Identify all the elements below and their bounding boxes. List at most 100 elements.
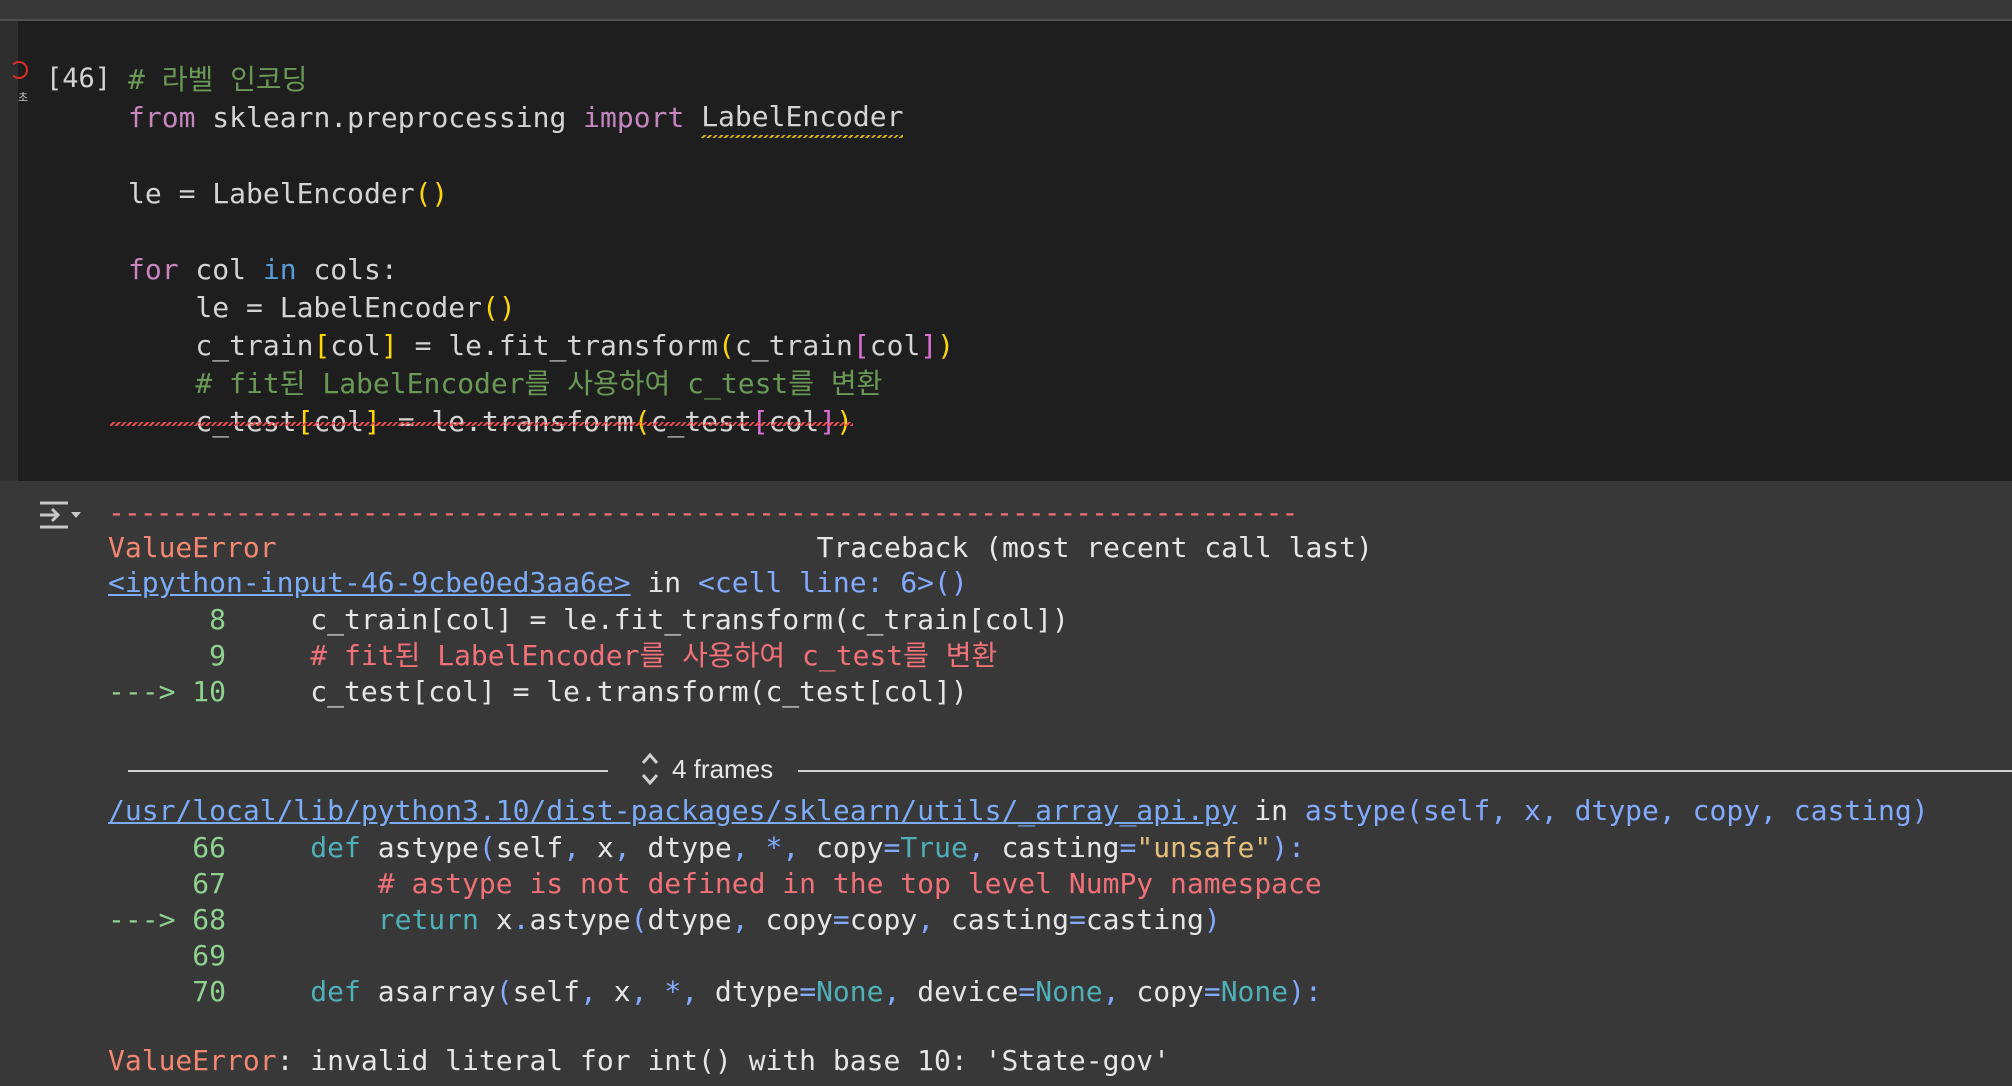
line-code: c_test[col] = le.transform(c_test[col]) [310, 675, 968, 708]
code-token: "unsafe" [1136, 831, 1272, 864]
traceback-line: 67 # astype is not defined in the top le… [108, 866, 1321, 902]
code-token: x [478, 903, 513, 936]
line-number: ---> 68 [108, 903, 311, 936]
code-token: self [512, 975, 581, 1008]
traceback-label: Traceback (most recent call last) [816, 531, 1373, 564]
code-line[interactable]: # 라벨 인코딩 [128, 61, 954, 99]
code-token: None [816, 975, 884, 1008]
code-token: , [681, 975, 715, 1008]
code-token: ( [495, 975, 513, 1008]
unfold-icon [641, 752, 659, 786]
code-token: ) [937, 329, 955, 362]
code-token: ] [920, 329, 938, 362]
code-token: , [630, 975, 665, 1008]
divider [128, 770, 608, 772]
code-token: copy [849, 903, 918, 936]
code-cell-editor[interactable]: 초 [46] # 라벨 인코딩 from sklearn.preprocessin… [10, 21, 2012, 481]
code-token: dtype [714, 975, 800, 1008]
code-line[interactable]: # fit된 LabelEncoder를 사용하여 c_test를 변환 [128, 365, 954, 403]
code-token: = [832, 903, 850, 936]
code-token: # fit된 LabelEncoder를 사용하여 c_test를 변환 [128, 367, 883, 400]
code-token: from [128, 101, 196, 134]
code-token: cols: [296, 253, 398, 286]
code-token: col [178, 253, 263, 286]
code-token: ): [1288, 975, 1322, 1008]
code-token: = [1203, 975, 1221, 1008]
line-number: 69 [108, 939, 311, 972]
code-token: le = LabelEncoder [128, 291, 483, 324]
run-status-mark: 초 [18, 91, 29, 104]
error-type: ValueError [108, 531, 277, 564]
frame1-header: <ipython-input-46-9cbe0ed3aa6e> in <cell… [108, 566, 968, 599]
cell-gutter [0, 21, 18, 481]
expand-frames-button[interactable]: 4 frames [638, 749, 773, 789]
output-collapse-icon[interactable] [38, 500, 82, 530]
error-circle-icon[interactable] [10, 61, 28, 79]
code-token: sklearn.preprocessing [195, 101, 584, 134]
final-error-line: ValueError: invalid literal for int() wi… [108, 1043, 1170, 1079]
code-line[interactable] [128, 137, 954, 175]
code-token: , [731, 831, 766, 864]
code-token: device [917, 975, 1019, 1008]
code-token: ): [1271, 831, 1305, 864]
code-line[interactable]: le = LabelEncoder() [128, 289, 954, 327]
traceback-line: 9 # fit된 LabelEncoder를 사용하여 c_test를 변환 [108, 638, 997, 674]
code-token: , [563, 831, 597, 864]
code-token: True [900, 831, 968, 864]
code-token: ( [718, 329, 735, 362]
code-token: ] [380, 329, 398, 362]
code-token: ( [478, 831, 496, 864]
code-token: , [782, 831, 817, 864]
code-token: astype [529, 903, 631, 936]
code-token: copy [765, 903, 833, 936]
code-token: * [664, 975, 682, 1008]
code-line[interactable]: le = LabelEncoder() [128, 175, 954, 213]
frame1-location: <cell line: 6>() [698, 566, 968, 599]
code-token: dtype [647, 903, 732, 936]
traceback-line: 66 def astype(self, x, dtype, *, copy=Tr… [108, 830, 1305, 866]
code-token: () [414, 177, 449, 210]
frames-count-label: 4 frames [672, 753, 774, 784]
traceback-line: ---> 68 return x.astype(dtype, copy=copy… [108, 902, 1221, 938]
code-token: = [799, 975, 817, 1008]
line-number: 9 [108, 639, 311, 672]
code-content[interactable]: # 라벨 인코딩 from sklearn.preprocessing impor… [128, 61, 954, 441]
code-token: None [1220, 975, 1289, 1008]
code-token: casting [950, 903, 1069, 936]
code-token: ( [630, 903, 648, 936]
frame1-source-link[interactable]: <ipython-input-46-9cbe0ed3aa6e> [108, 566, 631, 599]
code-token: # 라벨 인코딩 [128, 63, 308, 96]
code-token: copy [816, 831, 884, 864]
code-token: , [613, 831, 648, 864]
code-token: casting [1085, 903, 1204, 936]
code-token: [ [852, 329, 870, 362]
frame2-source-link[interactable]: /usr/local/lib/python3.10/dist-packages/… [108, 794, 1237, 827]
code-token: copy [1136, 975, 1204, 1008]
code-line[interactable]: c_train[col] = le.fit_transform(c_train[… [128, 327, 954, 365]
code-token: x [613, 975, 631, 1008]
code-token: in [262, 253, 297, 286]
code-token: [ [313, 329, 331, 362]
code-token: = [1018, 975, 1036, 1008]
final-error-type: ValueError [108, 1044, 277, 1077]
code-token: dtype [647, 831, 732, 864]
final-error-message: : invalid literal for int() with base 10… [276, 1044, 1171, 1077]
error-squiggle [110, 422, 853, 426]
code-token: None [1035, 975, 1103, 1008]
code-line[interactable]: from sklearn.preprocessing import LabelE… [128, 98, 954, 138]
code-line[interactable]: for col in cols: [128, 251, 954, 289]
code-token: = [883, 831, 901, 864]
code-token: c_train [128, 329, 314, 362]
code-token: = [1119, 831, 1137, 864]
code-token: le = LabelEncoder [128, 177, 415, 210]
traceback-line: 8 c_train[col] = le.fit_transform(c_trai… [108, 602, 1069, 638]
traceback-separator: ----------------------------------------… [108, 496, 1298, 529]
code-line[interactable] [128, 213, 954, 251]
line-number: 8 [108, 603, 311, 636]
execution-count: [46] [46, 63, 112, 94]
traceback-header: ValueError Traceback (most recent call la… [108, 530, 1373, 566]
code-token: , [883, 975, 918, 1008]
code-token: , [917, 903, 951, 936]
code-token: x [596, 831, 614, 864]
